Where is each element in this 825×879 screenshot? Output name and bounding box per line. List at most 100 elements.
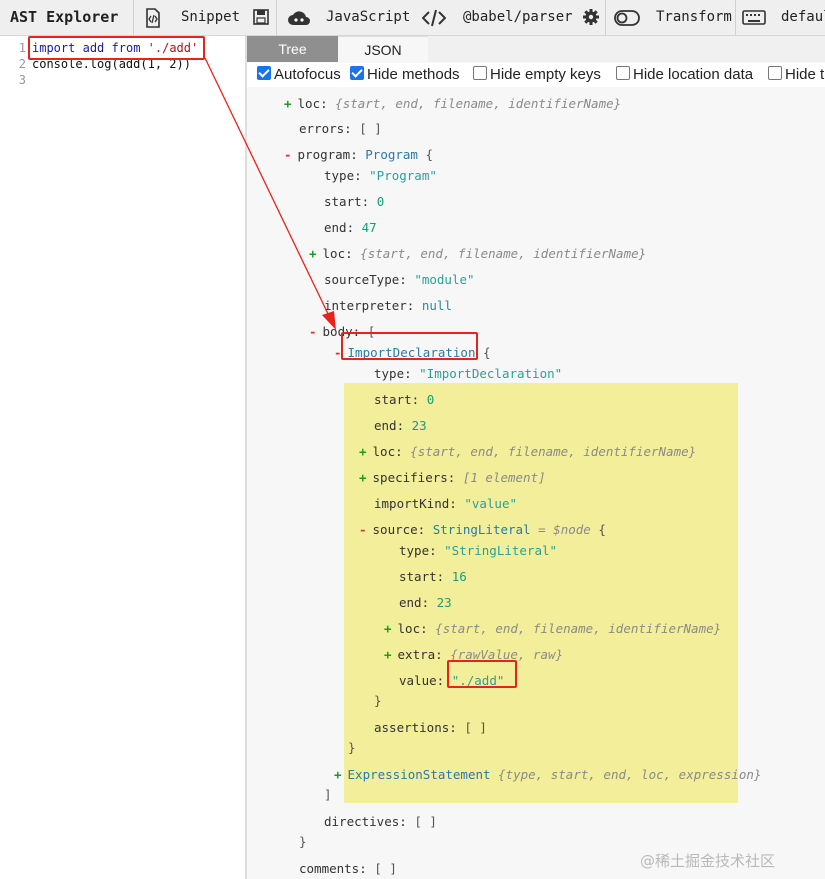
line-number: 3 bbox=[18, 73, 26, 87]
tree-row[interactable]: importKind: "value" bbox=[374, 495, 517, 513]
watermark: @稀土掘金技术社区 bbox=[640, 852, 776, 870]
tree-row[interactable]: type: "ImportDeclaration" bbox=[374, 365, 562, 383]
expand-toggle[interactable]: + bbox=[384, 621, 392, 636]
tree-row[interactable]: start: 16 bbox=[399, 568, 467, 586]
save-icon[interactable] bbox=[252, 8, 272, 28]
tree-row[interactable]: start: 0 bbox=[374, 391, 434, 409]
tree-row[interactable]: comments: [ ] bbox=[299, 860, 397, 878]
code-icon[interactable] bbox=[422, 8, 446, 28]
checkbox[interactable] bbox=[473, 66, 487, 80]
tree-key-text: type: bbox=[374, 366, 420, 381]
snippet-button[interactable]: Snippet bbox=[181, 0, 240, 35]
tree-row[interactable]: + loc: {start, end, filename, identifierN… bbox=[359, 443, 696, 461]
transform-button[interactable]: Transform bbox=[656, 0, 732, 35]
collapse-toggle[interactable]: - bbox=[309, 324, 317, 339]
checkbox[interactable] bbox=[257, 66, 271, 80]
output-tabs: Tree JSON bbox=[247, 36, 825, 63]
collapse-toggle[interactable]: - bbox=[284, 147, 292, 162]
ast-tree: + loc: {start, end, filename, identifierN… bbox=[247, 87, 825, 879]
tree-row[interactable]: end: 23 bbox=[374, 417, 427, 435]
toolbar-divider bbox=[735, 0, 736, 35]
tree-row[interactable]: directives: [ ] bbox=[324, 813, 437, 831]
tree-key-text: type: bbox=[399, 543, 445, 558]
tree-row[interactable]: + specifiers: [1 element] bbox=[359, 469, 546, 487]
tree-brk-text: ] bbox=[324, 787, 332, 802]
tree-row[interactable]: sourceType: "module" bbox=[324, 271, 475, 289]
tree-row[interactable]: errors: [ ] bbox=[299, 120, 382, 138]
cloud-icon[interactable] bbox=[286, 8, 312, 28]
option-hide-t[interactable]: Hide t bbox=[768, 66, 824, 84]
tree-row[interactable]: + loc: {start, end, filename, identifierN… bbox=[384, 620, 721, 638]
tree-it-text: {type, start, end, loc, expression} bbox=[490, 767, 762, 782]
tree-row[interactable]: end: 47 bbox=[324, 219, 377, 237]
snippet-icon[interactable] bbox=[143, 8, 163, 28]
tree-brk-text: } bbox=[348, 740, 356, 755]
tree-row[interactable]: + ExpressionStatement {type, start, end, … bbox=[334, 766, 761, 784]
tree-typ-text: Program bbox=[365, 147, 418, 162]
checkbox[interactable] bbox=[616, 66, 630, 80]
tree-brk-text: } bbox=[374, 693, 382, 708]
tree-options: Autofocus Hide methods Hide empty keys Hide… bbox=[247, 63, 825, 87]
tree-key-text: loc: bbox=[322, 246, 361, 261]
tree-key-text: source: bbox=[372, 522, 433, 537]
tree-row[interactable]: } bbox=[374, 692, 382, 710]
option-hide-location-data[interactable]: Hide location data bbox=[616, 66, 753, 84]
tree-key-text: extra: bbox=[397, 647, 451, 662]
tab-json[interactable]: JSON bbox=[338, 36, 428, 63]
language-select[interactable]: JavaScript bbox=[326, 0, 410, 35]
tree-key-text: start: bbox=[324, 194, 377, 209]
tree-row[interactable]: } bbox=[299, 833, 307, 851]
checkbox[interactable] bbox=[768, 66, 782, 80]
gear-icon[interactable] bbox=[582, 8, 602, 28]
option-autofocus[interactable]: Autofocus bbox=[257, 66, 341, 84]
tree-brk-text: { bbox=[590, 522, 606, 537]
keymap-select[interactable]: defaul bbox=[781, 0, 825, 35]
tree-key-text: end: bbox=[324, 220, 362, 235]
tree-key-text: interpreter: bbox=[324, 298, 422, 313]
option-label: Hide t bbox=[785, 66, 825, 83]
tree-brk-text: } bbox=[299, 834, 307, 849]
expand-toggle[interactable]: + bbox=[384, 647, 392, 662]
tree-row[interactable]: } bbox=[348, 739, 356, 757]
option-hide-empty-keys[interactable]: Hide empty keys bbox=[473, 66, 601, 84]
checkbox[interactable] bbox=[350, 66, 364, 80]
parser-select[interactable]: @babel/parser bbox=[463, 0, 573, 35]
tree-nul-text: null bbox=[421, 298, 452, 313]
tree-it-text: {start, end, filename, identifierName} bbox=[360, 246, 647, 261]
editor-line[interactable]: 3 bbox=[0, 72, 32, 88]
annotation-box-source-value bbox=[447, 660, 517, 688]
tree-num-text: 23 bbox=[436, 595, 452, 610]
tree-typ-text: StringLiteral bbox=[432, 522, 531, 537]
expand-toggle[interactable]: + bbox=[359, 444, 367, 459]
option-hide-methods[interactable]: Hide methods bbox=[350, 66, 460, 84]
tree-num-text: 0 bbox=[426, 392, 435, 407]
app-title: AST Explorer bbox=[10, 8, 119, 26]
tree-row[interactable]: - source: StringLiteral = $node { bbox=[359, 521, 606, 539]
toggle-icon[interactable] bbox=[614, 8, 640, 28]
tree-row[interactable]: ] bbox=[324, 786, 332, 804]
toolbar-divider bbox=[133, 0, 134, 35]
tree-sv-text: "ImportDeclaration" bbox=[419, 366, 563, 381]
expand-toggle[interactable]: + bbox=[284, 96, 292, 111]
code-editor[interactable]: 1 import add from './add' 2 console.log(add… bbox=[0, 36, 247, 879]
tree-row[interactable]: end: 23 bbox=[399, 594, 452, 612]
expand-toggle[interactable]: + bbox=[334, 767, 342, 782]
tree-row[interactable]: + loc: {start, end, filename, identifierN… bbox=[284, 95, 621, 113]
collapse-toggle[interactable]: - bbox=[359, 522, 367, 537]
expand-toggle[interactable]: + bbox=[359, 470, 367, 485]
tree-row[interactable]: - program: Program { bbox=[284, 146, 433, 164]
toolbar: AST Explorer Snippet JavaScript @babel/p… bbox=[0, 0, 825, 36]
tree-row[interactable]: + loc: {start, end, filename, identifierN… bbox=[309, 245, 646, 263]
tree-sv-text: "value" bbox=[464, 496, 517, 511]
tree-key-text: start: bbox=[399, 569, 452, 584]
tree-row[interactable]: assertions: [ ] bbox=[374, 719, 487, 737]
tree-row[interactable]: type: "Program" bbox=[324, 167, 437, 185]
tab-tree[interactable]: Tree bbox=[247, 36, 338, 62]
toolbar-divider bbox=[605, 0, 606, 35]
expand-toggle[interactable]: + bbox=[309, 246, 317, 261]
tree-row[interactable]: type: "StringLiteral" bbox=[399, 542, 557, 560]
tree-it-text: {start, end, filename, identifierName} bbox=[435, 621, 722, 636]
tree-row[interactable]: start: 0 bbox=[324, 193, 384, 211]
tree-row[interactable]: interpreter: null bbox=[324, 297, 452, 315]
keyboard-icon[interactable] bbox=[742, 8, 766, 28]
